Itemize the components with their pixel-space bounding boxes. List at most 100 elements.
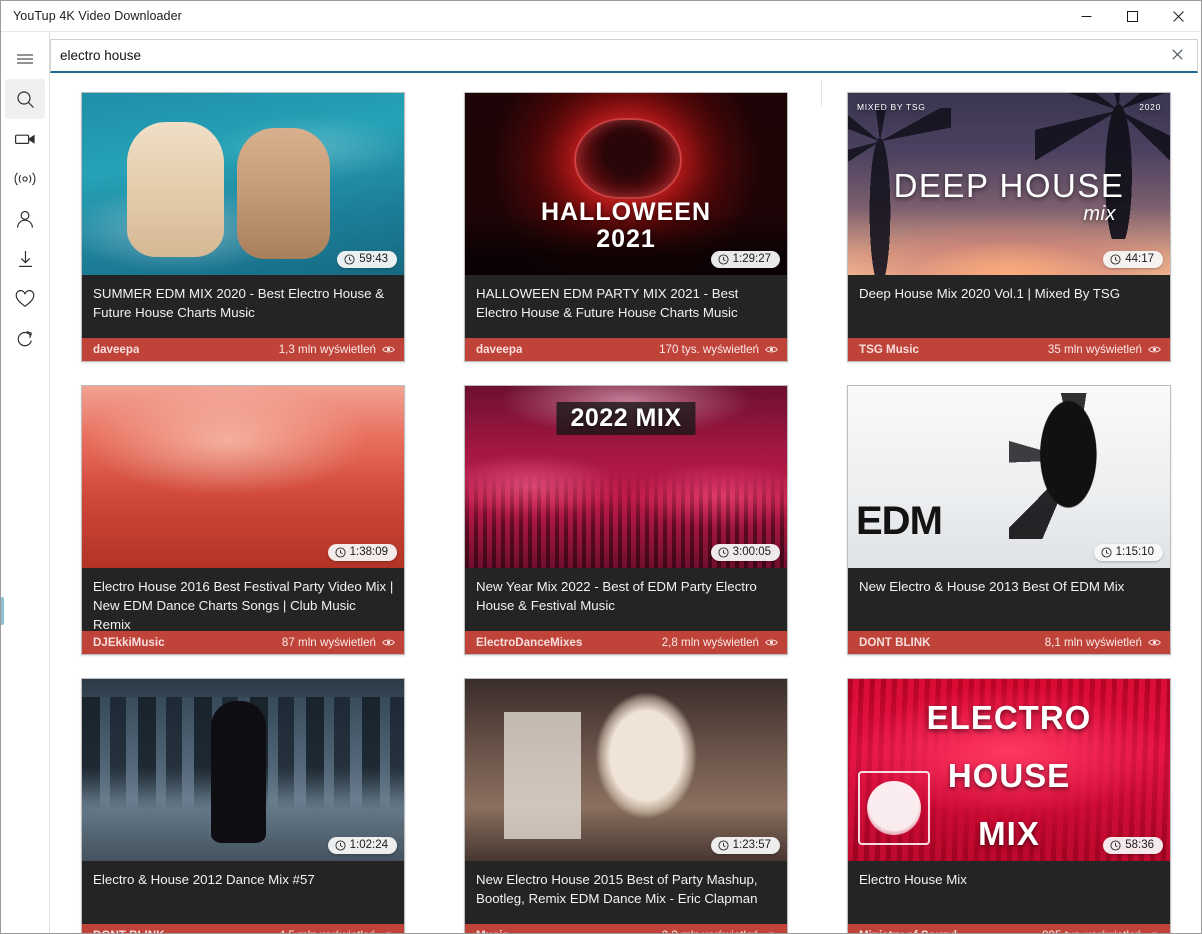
view-count: 1,3 mln wyświetleń (278, 343, 376, 356)
video-card[interactable]: 1:23:57 New Electro House 2015 Best of Pa… (464, 678, 788, 933)
sidebar-item-account[interactable] (5, 199, 45, 239)
channel-name[interactable]: DJEkkiMusic (93, 636, 165, 649)
clear-search-button[interactable] (1157, 40, 1197, 71)
view-count: 2,8 mln wyświetleń (661, 636, 759, 649)
video-meta: daveepa 170 tys. wyświetleń (465, 338, 787, 361)
sidebar-item-downloads[interactable] (5, 239, 45, 279)
person-icon (16, 210, 34, 229)
duration-text: 58:36 (1125, 838, 1154, 851)
view-count: 35 mln wyświetleń (1047, 343, 1142, 356)
video-card[interactable]: MIXED BY TSG 2020 DEEP HOUSE mix 44:17 Deep H… (847, 92, 1171, 362)
duration-text: 1:38:09 (349, 545, 388, 558)
view-count: 895 tys. wyświetleń (1042, 929, 1142, 933)
channel-name[interactable]: ElectroDanceMixes (476, 636, 582, 649)
video-card[interactable]: ELECTROHOUSEMIX58:36 Electro House Mix Min… (847, 678, 1171, 933)
video-thumbnail[interactable]: ELECTRO HOUSE MIX 58:36 (848, 679, 1170, 861)
video-thumbnail[interactable]: 1:38:09 (82, 386, 404, 568)
video-card[interactable]: HALLOWEEN 2021 1:29:27 HALLOWEEN EDM PARTY … (464, 92, 788, 362)
sidebar-item-refresh[interactable] (5, 319, 45, 359)
sidebar-item-favorites[interactable] (5, 279, 45, 319)
close-button[interactable] (1155, 1, 1201, 32)
sidebar-item-menu[interactable] (5, 39, 45, 79)
search-input[interactable] (51, 40, 1157, 71)
duration-text: 1:23:57 (732, 838, 771, 851)
channel-name[interactable]: daveepa (93, 343, 139, 356)
eye-icon (382, 345, 395, 354)
video-camera-icon (14, 132, 36, 146)
thumbnail-artwork (848, 386, 1170, 568)
duration-badge: 59:43 (337, 250, 397, 268)
eye-icon (765, 931, 778, 933)
channel-name[interactable]: DONT BLINK (859, 636, 931, 649)
video-thumbnail[interactable]: 59:43 (82, 93, 404, 275)
video-thumbnail[interactable]: 1:02:24 (82, 679, 404, 861)
video-thumbnail[interactable]: HALLOWEEN 2021 1:29:27 (465, 93, 787, 275)
thumbnail-artwork (465, 679, 787, 861)
video-title: New Year Mix 2022 - Best of EDM Party El… (476, 579, 757, 613)
video-meta: Ministry of Sound 895 tys. wyświetleń (848, 924, 1170, 933)
window-body: 59:43 SUMMER EDM MIX 2020 - Best Electro … (1, 32, 1201, 933)
duration-badge: 1:38:09 (327, 543, 397, 561)
video-card[interactable]: 1:02:24 Electro & House 2012 Dance Mix #5… (81, 678, 405, 933)
hamburger-menu-icon (16, 52, 34, 66)
clock-icon (335, 547, 346, 558)
duration-text: 1:29:27 (732, 252, 771, 265)
clock-icon (335, 840, 346, 851)
video-thumbnail[interactable]: EDM 1:15:10 (848, 386, 1170, 568)
video-thumbnail[interactable]: 1:23:57 (465, 679, 787, 861)
channel-name[interactable]: Ministry of Sound (859, 929, 957, 933)
sidebar-item-search[interactable] (5, 79, 45, 119)
channel-name[interactable]: TSG Music (859, 343, 919, 356)
column-divider (821, 80, 822, 106)
view-count: 170 tys. wyświetleń (659, 343, 759, 356)
duration-text: 44:17 (1125, 252, 1154, 265)
duration-text: 1:02:24 (349, 838, 388, 851)
thumbnail-artwork (82, 93, 404, 275)
results-panel[interactable]: 59:43 SUMMER EDM MIX 2020 - Best Electro … (50, 80, 1201, 933)
video-card[interactable]: 1:38:09 Electro House 2016 Best Festival … (81, 385, 405, 655)
video-meta: DJEkkiMusic 87 mln wyświetleń (82, 631, 404, 654)
thumbnail-artwork (82, 386, 404, 568)
duration-badge: 3:00:05 (710, 543, 780, 561)
close-icon (1171, 47, 1183, 65)
channel-name[interactable]: Music (476, 929, 509, 933)
eye-icon (765, 638, 778, 647)
view-count: 2,3 mln wyświetleń (662, 929, 759, 933)
channel-name[interactable]: daveepa (476, 343, 522, 356)
video-card[interactable]: EDM 1:15:10 New Electro & House 2013 Best … (847, 385, 1171, 655)
view-count: 4,5 mln wyświetleń (279, 929, 376, 933)
video-card[interactable]: 2022 MIX 3:00:05 New Year Mix 2022 - Best … (464, 385, 788, 655)
duration-text: 1:15:10 (1115, 545, 1154, 558)
duration-text: 59:43 (359, 252, 388, 265)
search-field-wrapper (50, 39, 1198, 73)
minimize-button[interactable] (1063, 1, 1109, 32)
video-title: Deep House Mix 2020 Vol.1 | Mixed By TSG (859, 286, 1121, 301)
eye-icon (765, 345, 778, 354)
thumbnail-artwork (465, 386, 787, 568)
refresh-icon (16, 330, 34, 348)
eye-icon (382, 638, 395, 647)
video-card[interactable]: 59:43 SUMMER EDM MIX 2020 - Best Electro … (81, 92, 405, 362)
video-thumbnail[interactable]: 2022 MIX 3:00:05 (465, 386, 787, 568)
channel-name[interactable]: DONT BLINK (93, 929, 165, 933)
title-bar: YouTup 4K Video Downloader (1, 1, 1201, 32)
search-icon (16, 90, 35, 109)
video-thumbnail[interactable]: MIXED BY TSG 2020 DEEP HOUSE mix 44:17 (848, 93, 1170, 275)
duration-badge: 1:23:57 (710, 836, 780, 854)
clock-icon (718, 547, 729, 558)
sidebar-item-live[interactable] (5, 159, 45, 199)
app-window: YouTup 4K Video Downloader electro house… (0, 0, 1202, 934)
clock-icon (1110, 254, 1121, 265)
video-meta: TSG Music 35 mln wyświetleń (848, 338, 1170, 361)
eye-icon (1148, 931, 1161, 933)
window-controls (1063, 1, 1201, 31)
maximize-button[interactable] (1109, 1, 1155, 32)
clock-icon (718, 840, 729, 851)
thumbnail-artwork (465, 93, 787, 275)
view-count: 87 mln wyświetleń (281, 636, 376, 649)
video-meta: DONT BLINK 8,1 mln wyświetleń (848, 631, 1170, 654)
sidebar-item-video[interactable] (5, 119, 45, 159)
duration-badge: 1:29:27 (710, 250, 780, 268)
label-badge-icon (858, 771, 930, 845)
video-meta: Music 2,3 mln wyświetleń (465, 924, 787, 933)
